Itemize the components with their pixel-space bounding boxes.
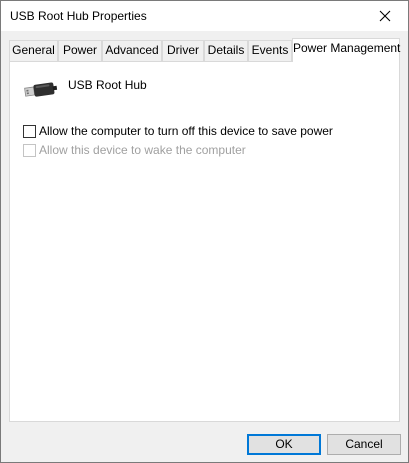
tab-driver[interactable]: Driver (162, 40, 204, 61)
title-bar[interactable]: USB Root Hub Properties (1, 1, 408, 31)
cancel-button[interactable]: Cancel (327, 434, 401, 455)
close-button[interactable] (362, 1, 408, 31)
allow-turn-off-label: Allow the computer to turn off this devi… (39, 124, 333, 138)
device-name: USB Root Hub (68, 78, 147, 92)
tab-events[interactable]: Events (248, 40, 292, 61)
usb-connector-icon (24, 82, 58, 97)
tab-power-management[interactable]: Power Management (292, 38, 400, 62)
tab-details[interactable]: Details (204, 40, 248, 61)
allow-turn-off-option[interactable]: Allow the computer to turn off this devi… (23, 124, 333, 138)
tab-power[interactable]: Power (58, 40, 102, 61)
tab-advanced[interactable]: Advanced (102, 40, 162, 61)
allow-turn-off-checkbox[interactable] (23, 124, 36, 138)
allow-wake-option: Allow this device to wake the computer (23, 143, 246, 157)
close-icon (379, 10, 391, 22)
allow-wake-label: Allow this device to wake the computer (39, 143, 246, 157)
ok-button[interactable]: OK (247, 434, 321, 455)
tab-general[interactable]: General (9, 40, 58, 61)
allow-wake-checkbox (23, 143, 36, 157)
window-title: USB Root Hub Properties (10, 9, 147, 23)
properties-dialog: USB Root Hub Properties General Power Ad… (0, 0, 409, 463)
power-management-panel: USB Root Hub Allow the computer to turn … (9, 61, 400, 422)
